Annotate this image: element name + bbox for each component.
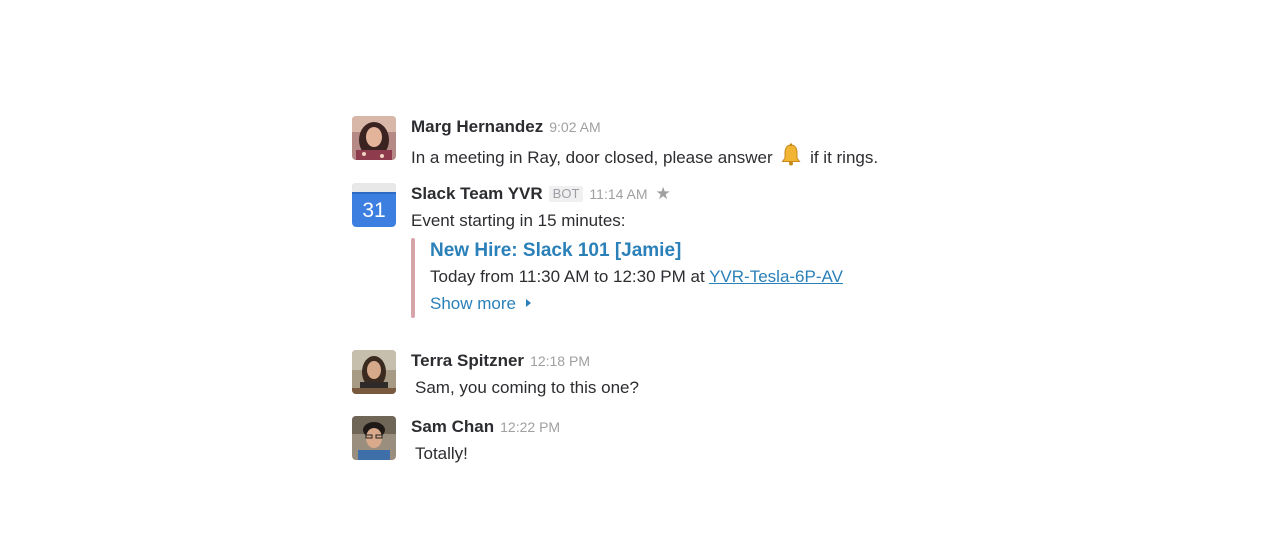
timestamp[interactable]: 12:22 PM	[500, 419, 560, 435]
timestamp[interactable]: 9:02 AM	[549, 119, 600, 135]
bell-icon	[779, 143, 803, 173]
event-attachment: New Hire: Slack 101 [Jamie] Today from 1…	[411, 238, 843, 318]
event-title-link[interactable]: New Hire: Slack 101 [Jamie]	[430, 238, 843, 264]
timestamp[interactable]: 12:18 PM	[530, 353, 590, 369]
show-more-button[interactable]: Show more	[430, 293, 843, 315]
message-text: In a meeting in Ray, door closed, please…	[411, 143, 878, 173]
calendar-icon[interactable]: 31	[352, 183, 396, 227]
sender-name[interactable]: Marg Hernandez	[411, 117, 543, 136]
avatar[interactable]	[352, 350, 396, 394]
message-text: Sam, you coming to this one?	[415, 378, 639, 397]
message-pane: Marg Hernandez 9:02 AM In a meeting in Ra…	[0, 0, 1280, 551]
sender-name[interactable]: Slack Team YVR	[411, 184, 543, 203]
attachment-accent-bar	[411, 238, 415, 318]
avatar[interactable]	[352, 116, 396, 160]
sender-name[interactable]: Terra Spitzner	[411, 351, 524, 370]
sender-name[interactable]: Sam Chan	[411, 417, 494, 436]
avatar[interactable]	[352, 416, 396, 460]
star-icon[interactable]: ★	[656, 183, 671, 205]
message-text: Totally!	[415, 444, 468, 463]
message-text: Event starting in 15 minutes:	[411, 211, 626, 230]
timestamp[interactable]: 11:14 AM	[589, 186, 647, 202]
bot-badge: BOT	[548, 186, 584, 202]
svg-text:31: 31	[362, 199, 385, 222]
event-details: Today from 11:30 AM to 12:30 PM at YVR-T…	[430, 267, 843, 286]
location-link[interactable]: YVR-Tesla-6P-AV	[709, 267, 843, 286]
caret-right-icon	[525, 299, 531, 307]
